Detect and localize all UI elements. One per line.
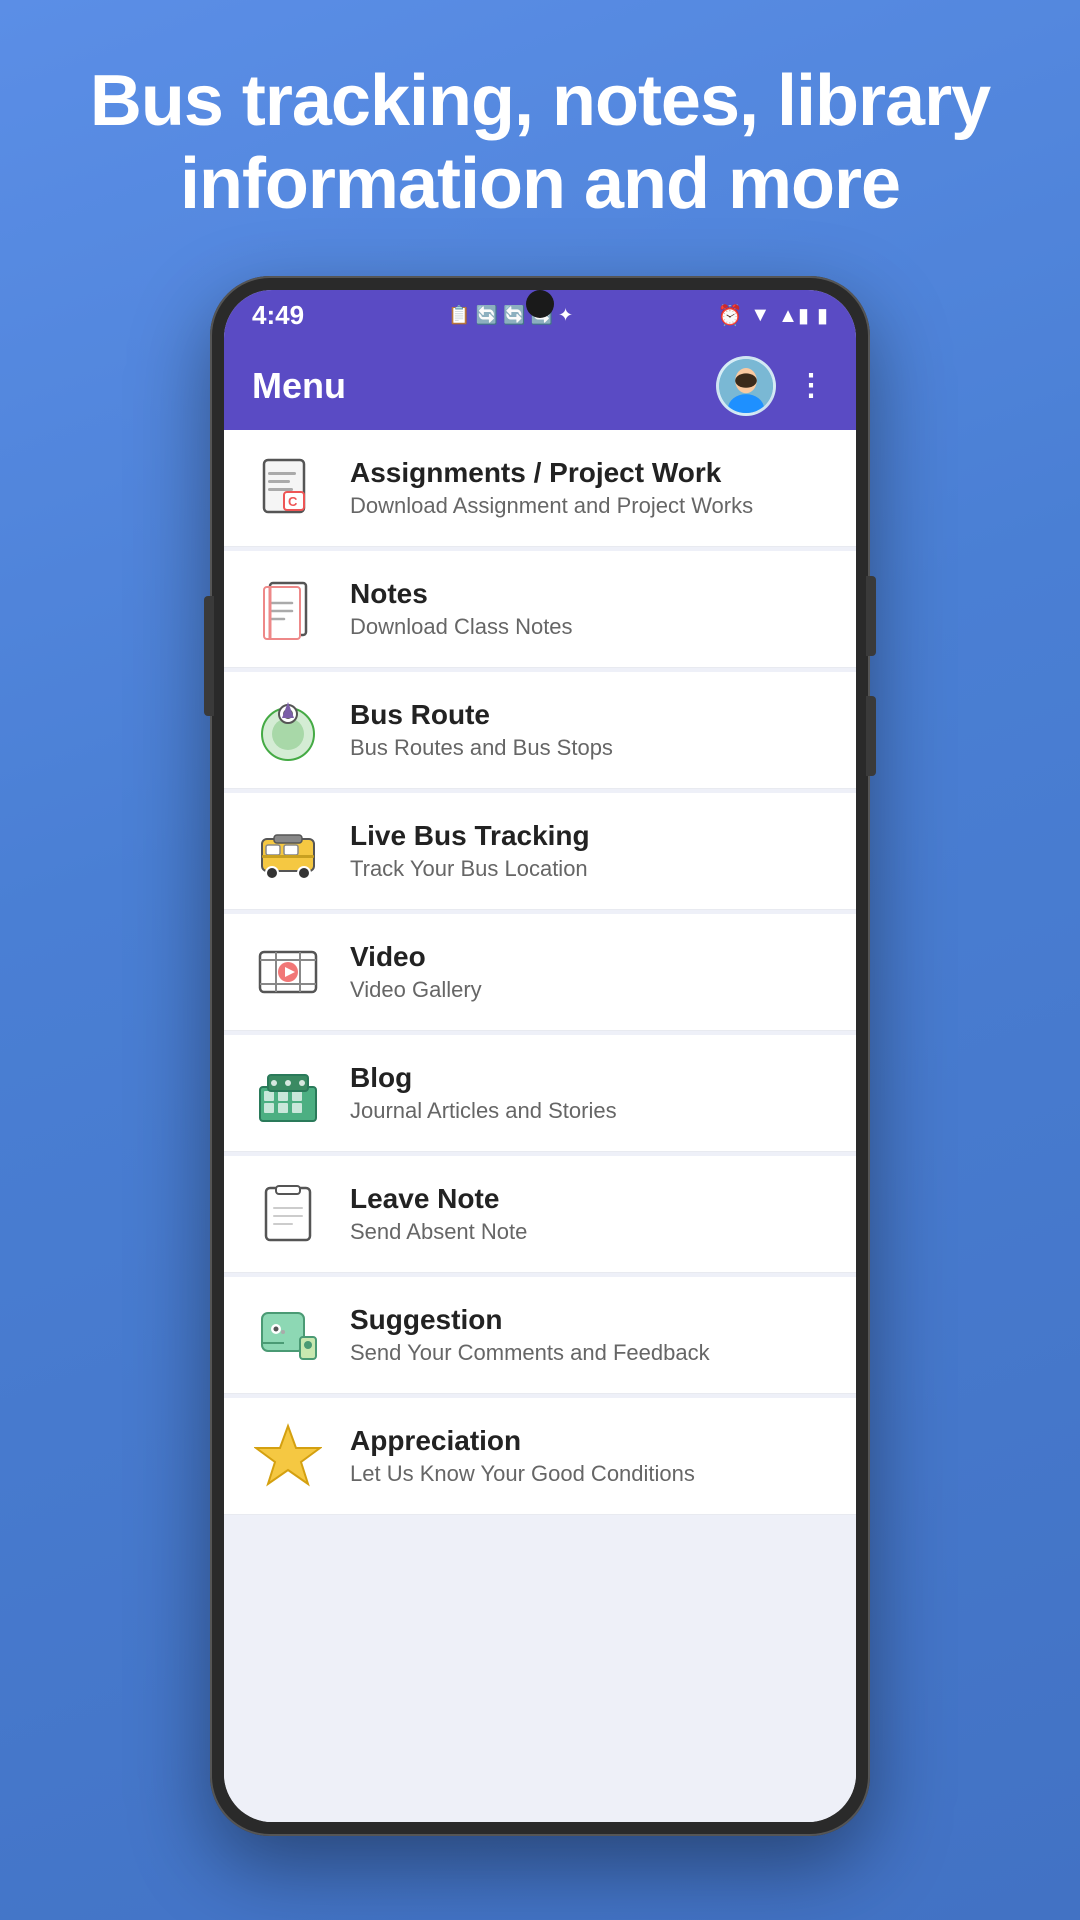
video-title: Video (350, 941, 482, 973)
wifi-icon: ▼ (750, 304, 770, 327)
blog-text: Blog Journal Articles and Stories (350, 1062, 617, 1124)
assignments-text: Assignments / Project Work Download Assi… (350, 457, 753, 519)
video-icon (252, 936, 324, 1008)
menu-item-assignments[interactable]: C Assignments / Project Work Download As… (224, 430, 856, 547)
menu-item-blog[interactable]: Blog Journal Articles and Stories (224, 1035, 856, 1152)
status-center-icons: 📋 🔄 🔄 🔄 ✦ (448, 305, 573, 326)
menu-item-video[interactable]: Video Video Gallery (224, 914, 856, 1031)
bus-route-title: Bus Route (350, 699, 613, 731)
suggestion-icon (252, 1299, 324, 1371)
more-options-icon[interactable]: ⋮ (796, 368, 828, 403)
notes-subtitle: Download Class Notes (350, 614, 573, 640)
menu-item-bus-route[interactable]: Bus Route Bus Routes and Bus Stops (224, 672, 856, 789)
blog-subtitle: Journal Articles and Stories (350, 1098, 617, 1124)
suggestion-subtitle: Send Your Comments and Feedback (350, 1340, 710, 1366)
menu-item-suggestion[interactable]: Suggestion Send Your Comments and Feedba… (224, 1277, 856, 1394)
phone-screen: 4:49 📋 🔄 🔄 🔄 ✦ ⏰ ▼ ▲▮ ▮ Menu (224, 290, 856, 1822)
app-toolbar: Menu ⋮ (224, 342, 856, 430)
phone-frame: 4:49 📋 🔄 🔄 🔄 ✦ ⏰ ▼ ▲▮ ▮ Menu (210, 276, 870, 1836)
hero-text: Bus tracking, notes, library information… (0, 0, 1080, 276)
leave-note-icon (252, 1178, 324, 1250)
svg-text:C: C (288, 494, 298, 509)
video-subtitle: Video Gallery (350, 977, 482, 1003)
bus-route-subtitle: Bus Routes and Bus Stops (350, 735, 613, 761)
user-avatar[interactable] (716, 356, 776, 416)
battery-icon: ▮ (817, 303, 828, 328)
bus-route-text: Bus Route Bus Routes and Bus Stops (350, 699, 613, 761)
menu-item-live-bus[interactable]: Live Bus Tracking Track Your Bus Locatio… (224, 793, 856, 910)
video-text: Video Video Gallery (350, 941, 482, 1003)
toolbar-title: Menu (252, 365, 346, 407)
side-button-right-bottom (866, 696, 876, 776)
assignments-title: Assignments / Project Work (350, 457, 753, 489)
blog-icon (252, 1057, 324, 1129)
leave-note-subtitle: Send Absent Note (350, 1219, 527, 1245)
notes-icon (252, 573, 324, 645)
notes-text: Notes Download Class Notes (350, 578, 573, 640)
assignments-icon: C (252, 452, 324, 524)
live-bus-title: Live Bus Tracking (350, 820, 590, 852)
live-bus-subtitle: Track Your Bus Location (350, 856, 590, 882)
appreciation-subtitle: Let Us Know Your Good Conditions (350, 1461, 695, 1487)
side-button-left (204, 596, 214, 716)
toolbar-right: ⋮ (716, 356, 828, 416)
menu-item-appreciation[interactable]: Appreciation Let Us Know Your Good Condi… (224, 1398, 856, 1515)
appreciation-title: Appreciation (350, 1425, 695, 1457)
alarm-icon: ⏰ (717, 303, 742, 328)
menu-item-leave-note[interactable]: Leave Note Send Absent Note (224, 1156, 856, 1273)
appreciation-icon (252, 1420, 324, 1492)
notification-icons: 📋 🔄 🔄 🔄 ✦ (448, 305, 573, 326)
appreciation-text: Appreciation Let Us Know Your Good Condi… (350, 1425, 695, 1487)
notes-title: Notes (350, 578, 573, 610)
suggestion-text: Suggestion Send Your Comments and Feedba… (350, 1304, 710, 1366)
blog-title: Blog (350, 1062, 617, 1094)
menu-list: C Assignments / Project Work Download As… (224, 430, 856, 1822)
bus-route-icon (252, 694, 324, 766)
signal-icon: ▲▮ (778, 303, 809, 328)
menu-item-notes[interactable]: Notes Download Class Notes (224, 551, 856, 668)
leave-note-title: Leave Note (350, 1183, 527, 1215)
assignments-subtitle: Download Assignment and Project Works (350, 493, 753, 519)
status-right-icons: ⏰ ▼ ▲▮ ▮ (717, 303, 828, 328)
live-bus-text: Live Bus Tracking Track Your Bus Locatio… (350, 820, 590, 882)
live-bus-icon (252, 815, 324, 887)
camera-notch (526, 290, 554, 318)
side-button-right-top (866, 576, 876, 656)
suggestion-title: Suggestion (350, 1304, 710, 1336)
leave-note-text: Leave Note Send Absent Note (350, 1183, 527, 1245)
status-time: 4:49 (252, 300, 304, 331)
